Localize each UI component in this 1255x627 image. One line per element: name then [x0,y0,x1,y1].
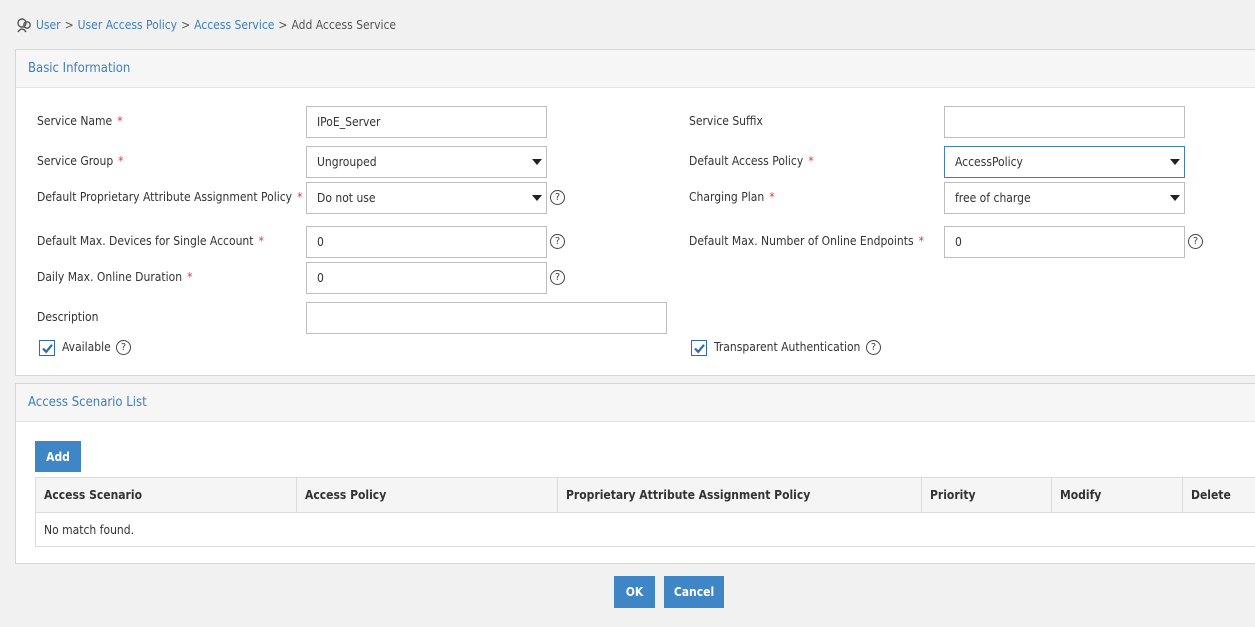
chevron-down-icon [532,195,542,201]
required-mark: * [258,234,264,248]
default-access-policy-label: Default Access Policy * [689,153,814,169]
column-header-delete: Delete [1183,478,1255,513]
max-devices-input[interactable] [306,226,547,258]
charging-plan-label: Charging Plan * [689,189,775,205]
charging-plan-label-text: Charging Plan [689,190,765,204]
available-checkbox[interactable] [39,340,55,356]
available-label: Available [62,340,111,354]
breadcrumb-separator: > [64,18,74,32]
scenario-table: Access Scenario Access Policy Proprietar… [35,477,1255,547]
required-mark: * [117,114,123,128]
max-online-endpoints-label-text: Default Max. Number of Online Endpoints [689,234,914,248]
default-access-policy-label-text: Default Access Policy [689,154,804,168]
empty-table-message: No match found. [44,523,135,537]
service-name-label-text: Service Name [37,114,113,128]
required-mark: * [918,234,925,248]
service-name-input[interactable] [306,106,547,138]
chevron-down-icon [1170,195,1180,201]
help-icon[interactable]: ? [866,340,881,355]
required-mark: * [808,154,814,168]
required-mark: * [769,190,775,204]
default-proprietary-policy-value: Do not use [317,191,376,205]
default-proprietary-policy-select[interactable]: Do not use [306,182,547,214]
transparent-authentication-label: Transparent Authentication [714,340,861,354]
breadcrumb-user-access-policy[interactable]: User Access Policy [78,18,177,32]
service-suffix-label: Service Suffix [689,114,763,128]
service-group-label-text: Service Group [37,154,114,168]
breadcrumb-user[interactable]: User [36,18,61,32]
help-icon[interactable]: ? [550,234,565,249]
service-group-label: Service Group * [37,153,124,169]
max-online-endpoints-label: Default Max. Number of Online Endpoints * [689,233,924,249]
column-header-priority[interactable]: Priority [922,478,1052,513]
daily-max-duration-label: Daily Max. Online Duration * [37,269,192,285]
default-access-policy-select[interactable]: AccessPolicy [944,146,1185,178]
basic-information-panel: Basic Information Service Name * Service … [15,49,1255,376]
ok-button[interactable]: OK [614,576,655,608]
checkmark-icon [694,344,705,354]
default-proprietary-policy-label: Default Proprietary Attribute Assignment… [37,189,302,205]
help-icon[interactable]: ? [550,190,565,205]
transparent-authentication-checkbox[interactable] [691,340,707,356]
service-name-label: Service Name * [37,113,123,129]
max-online-endpoints-input[interactable] [944,226,1185,258]
service-suffix-input[interactable] [944,106,1185,138]
breadcrumb-separator: > [278,18,288,32]
column-header-proprietary-policy[interactable]: Proprietary Attribute Assignment Policy [558,478,922,513]
breadcrumb-current: Add Access Service [291,18,397,32]
charging-plan-value: free of charge [955,191,1031,205]
default-access-policy-value: AccessPolicy [955,155,1023,169]
default-proprietary-policy-label-text: Default Proprietary Attribute Assignment… [37,190,293,204]
breadcrumb-access-service[interactable]: Access Service [194,18,274,32]
service-group-value: Ungrouped [317,155,377,169]
required-mark: * [187,270,193,284]
column-header-access-policy[interactable]: Access Policy [297,478,558,513]
help-icon[interactable]: ? [550,270,565,285]
checkmark-icon [42,344,53,354]
add-scenario-button[interactable]: Add [35,441,81,472]
access-scenario-list-title: Access Scenario List [16,384,1255,422]
chevron-down-icon [1170,159,1180,165]
description-label: Description [37,310,99,324]
basic-information-title: Basic Information [16,50,1255,88]
help-icon[interactable]: ? [1188,234,1203,249]
charging-plan-select[interactable]: free of charge [944,182,1185,214]
column-header-modify: Modify [1052,478,1183,513]
chevron-down-icon [532,159,542,165]
help-icon[interactable]: ? [116,340,131,355]
required-mark: * [297,190,303,204]
daily-max-duration-input[interactable] [306,262,547,294]
column-header-access-scenario[interactable]: Access Scenario [36,478,297,513]
required-mark: * [118,154,124,168]
user-icon [16,17,32,33]
access-scenario-list-panel: Access Scenario List Add Access Scenario… [15,383,1255,564]
max-devices-label-text: Default Max. Devices for Single Account [37,234,254,248]
service-group-select[interactable]: Ungrouped [306,146,547,178]
daily-max-duration-label-text: Daily Max. Online Duration [37,270,183,284]
breadcrumb-separator: > [181,18,191,32]
description-input[interactable] [306,302,667,334]
max-devices-label: Default Max. Devices for Single Account * [37,233,264,249]
breadcrumb: User > User Access Policy > Access Servi… [16,16,396,34]
cancel-button[interactable]: Cancel [664,576,724,608]
